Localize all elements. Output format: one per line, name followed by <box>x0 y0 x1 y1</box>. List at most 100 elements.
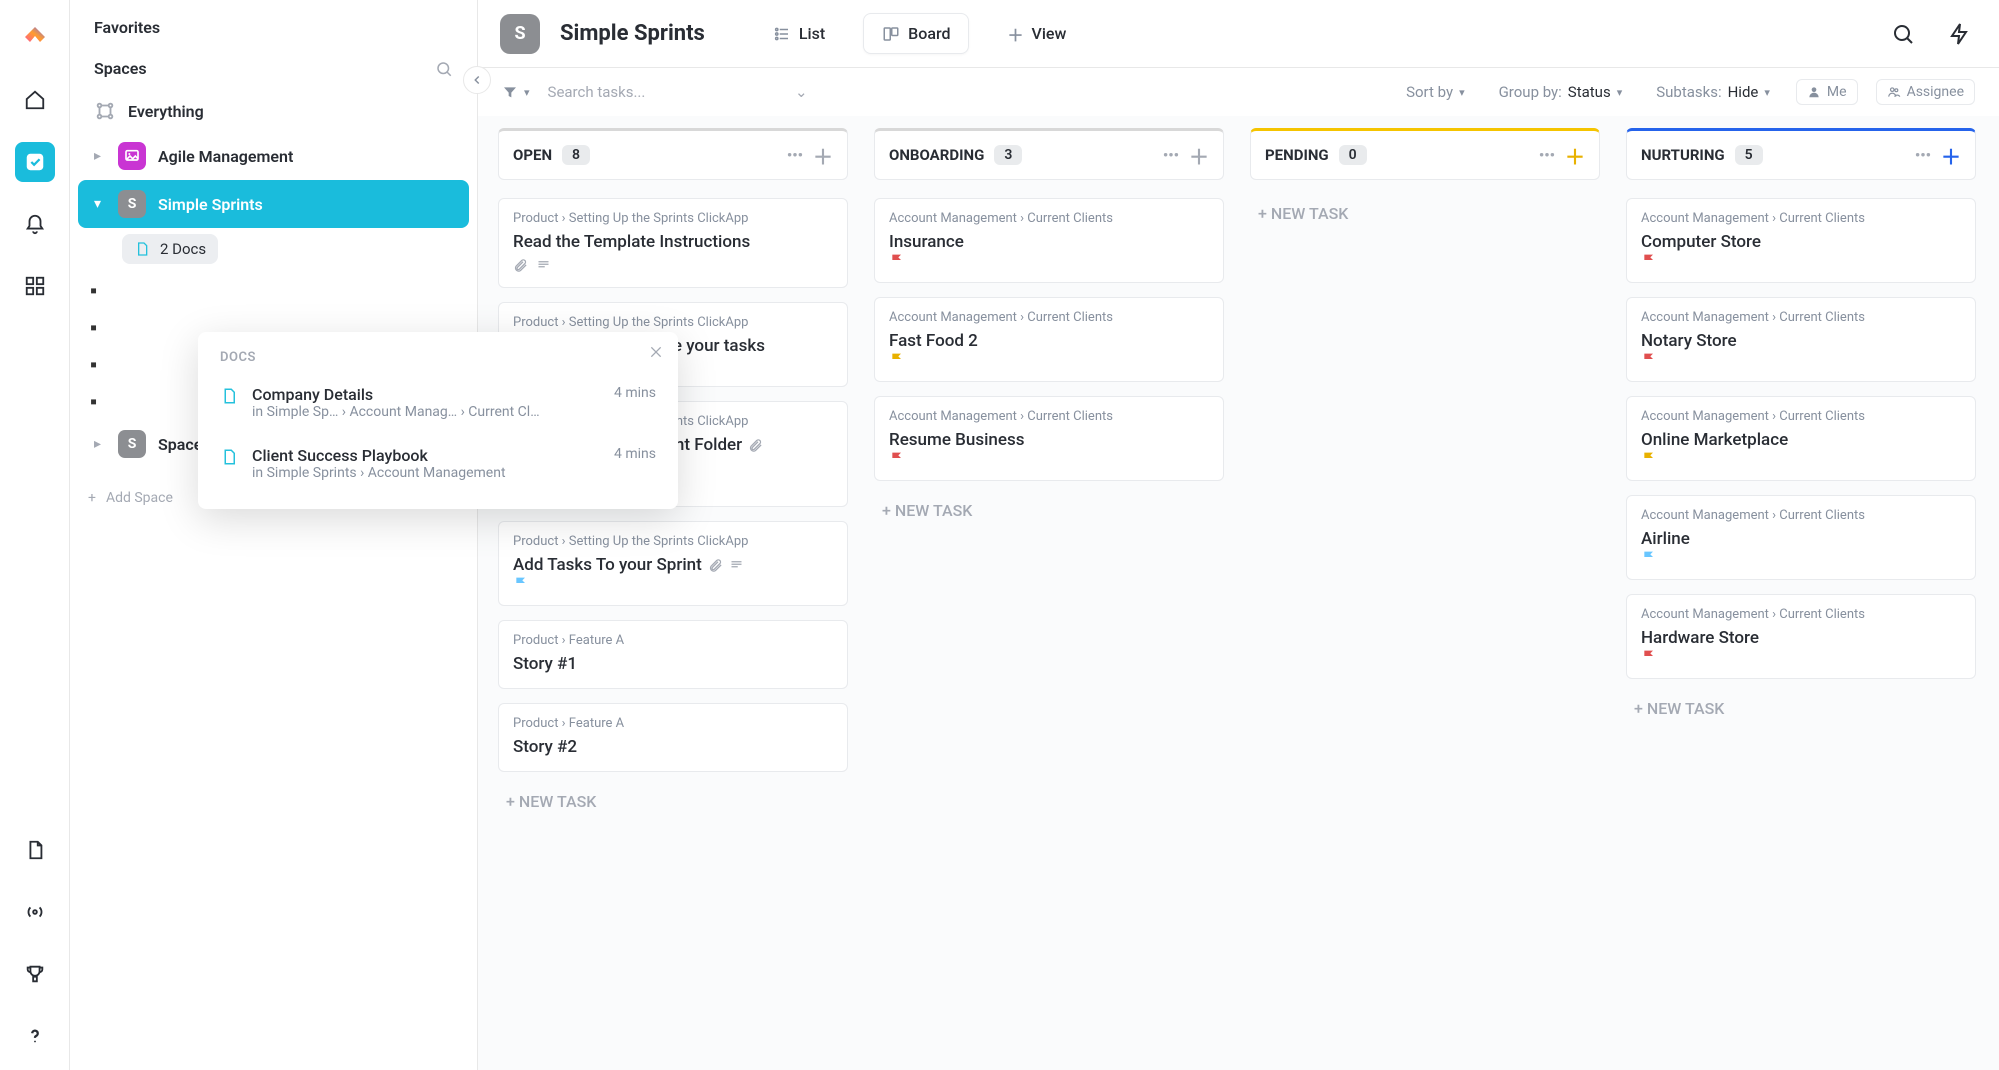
docs-popover-item[interactable]: Client Success Playbookin Simple Sprints… <box>198 436 678 497</box>
page-title: Simple Sprints <box>560 21 705 46</box>
assignee-filter-button[interactable]: Assignee <box>1876 79 1975 105</box>
nav-rail <box>0 0 70 1070</box>
task-card[interactable]: Account Management › Current ClientsNota… <box>1626 297 1976 382</box>
task-card[interactable]: Account Management › Current ClientsResu… <box>874 396 1224 481</box>
column-menu-icon[interactable]: ••• <box>1163 146 1179 164</box>
tasks-icon[interactable] <box>15 142 55 182</box>
me-filter-button[interactable]: Me <box>1796 79 1858 105</box>
space-avatar[interactable]: S <box>500 14 540 54</box>
chevron-down-icon: ⌄ <box>795 83 808 101</box>
apps-icon[interactable] <box>15 266 55 306</box>
card-breadcrumbs: Account Management › Current Clients <box>1641 607 1961 622</box>
tab-board[interactable]: Board <box>863 13 969 54</box>
space-avatar: S <box>118 430 146 458</box>
task-card[interactable]: Account Management › Current ClientsOnli… <box>1626 396 1976 481</box>
column-header[interactable]: PENDING0•••＋ <box>1250 128 1600 180</box>
docs-popover-item[interactable]: Company Detailsin Simple Sp… › Account M… <box>198 375 678 436</box>
plus-icon: + <box>88 490 96 506</box>
column-header[interactable]: OPEN8•••＋ <box>498 128 848 180</box>
column-header[interactable]: NURTURING5•••＋ <box>1626 128 1976 180</box>
sidebar-item-simple-sprints[interactable]: ▾ S Simple Sprints <box>78 180 469 228</box>
task-card[interactable]: Product › Feature A Story #1 <box>498 620 848 689</box>
collapse-sidebar-button[interactable] <box>463 66 491 94</box>
space-avatar: S <box>118 190 146 218</box>
sidebar-item-label: Space <box>158 435 202 454</box>
tab-label: Board <box>908 24 950 43</box>
docs-icon[interactable] <box>15 830 55 870</box>
close-icon[interactable] <box>648 344 664 360</box>
task-card[interactable]: Product › Setting Up the Sprints ClickAp… <box>498 521 848 606</box>
column-menu-icon[interactable]: ••• <box>1915 146 1931 164</box>
card-title: Story #1 <box>513 654 833 674</box>
card-breadcrumbs: Account Management › Current Clients <box>889 409 1209 424</box>
card-breadcrumbs: Product › Feature A <box>513 633 833 648</box>
add-space-label: Add Space <box>106 490 173 506</box>
main: S Simple Sprints List Board ＋ View <box>478 0 1999 1070</box>
card-breadcrumbs: Account Management › Current Clients <box>889 211 1209 226</box>
doc-icon <box>134 241 150 257</box>
new-task-button[interactable]: + NEW TASK <box>874 495 1224 526</box>
spaces-heading[interactable]: Spaces <box>94 59 147 78</box>
column-header[interactable]: ONBOARDING3•••＋ <box>874 128 1224 180</box>
card-title: Airline <box>1641 529 1961 549</box>
list-icon <box>773 25 791 43</box>
folder-icon[interactable]: ▪ <box>90 272 477 309</box>
priority-flag-icon <box>1641 450 1961 466</box>
favorites-heading[interactable]: Favorites <box>70 0 477 49</box>
chevron-right-icon: ▸ <box>94 436 106 452</box>
filter-button[interactable]: ▾ <box>502 84 530 100</box>
docs-pill[interactable]: 2 Docs <box>122 234 218 264</box>
column-menu-icon[interactable]: ••• <box>787 146 803 164</box>
help-icon[interactable] <box>15 1016 55 1056</box>
task-card[interactable]: Account Management › Current Clients Airl… <box>1626 495 1976 580</box>
new-task-button[interactable]: + NEW TASK <box>1250 198 1600 229</box>
card-title: Online Marketplace <box>1641 430 1961 450</box>
sort-by-button[interactable]: Sort by ▾ <box>1398 79 1473 105</box>
add-task-icon[interactable]: ＋ <box>1565 141 1585 170</box>
plus-icon: ＋ <box>1007 22 1023 46</box>
search-icon[interactable] <box>1885 16 1921 52</box>
task-card[interactable]: Account Management › Current ClientsFast… <box>874 297 1224 382</box>
group-by-button[interactable]: Group by: Status ▾ <box>1491 79 1631 105</box>
chevron-down-icon: ▾ <box>1764 86 1770 99</box>
add-task-icon[interactable]: ＋ <box>1941 141 1961 170</box>
board-toolbar: ▾ Search tasks... ⌄ Sort by ▾ Group by: … <box>478 68 1999 116</box>
column-count: 0 <box>1339 145 1367 165</box>
task-card[interactable]: Account Management › Current ClientsInsu… <box>874 198 1224 283</box>
card-breadcrumbs: Account Management › Current Clients <box>1641 508 1961 523</box>
add-task-icon[interactable]: ＋ <box>1189 141 1209 170</box>
board-column: ONBOARDING3•••＋Account Management › Curr… <box>874 128 1224 817</box>
card-title: Add Tasks To your Sprint <box>513 555 833 575</box>
automation-icon[interactable] <box>1941 16 1977 52</box>
new-task-button[interactable]: + NEW TASK <box>1626 693 1976 724</box>
priority-flag-icon <box>889 351 1209 367</box>
docs-pill-label: 2 Docs <box>160 240 206 258</box>
add-view-button[interactable]: ＋ View <box>989 12 1084 56</box>
docs-popover-title: DOCS <box>198 350 678 375</box>
app-logo[interactable] <box>15 18 55 58</box>
sidebar-item-everything[interactable]: Everything <box>78 90 469 132</box>
task-card[interactable]: Product › Setting Up the Sprints ClickAp… <box>498 198 848 288</box>
sidebar-item-agile[interactable]: ▸ Agile Management <box>78 132 469 180</box>
column-menu-icon[interactable]: ••• <box>1539 146 1555 164</box>
new-task-button[interactable]: + NEW TASK <box>498 786 848 817</box>
doc-path: in Simple Sp… › Account Manag… › Current… <box>252 404 592 420</box>
broadcast-icon[interactable] <box>15 892 55 932</box>
notifications-icon[interactable] <box>15 204 55 244</box>
column-title: ONBOARDING <box>889 146 984 164</box>
task-card[interactable]: Account Management › Current ClientsComp… <box>1626 198 1976 283</box>
task-card[interactable]: Product › Feature AStory #2 <box>498 703 848 772</box>
search-icon[interactable] <box>435 60 453 78</box>
card-breadcrumbs: Account Management › Current Clients <box>1641 211 1961 226</box>
add-task-icon[interactable]: ＋ <box>813 141 833 170</box>
doc-path: in Simple Sprints › Account Management <box>252 465 592 481</box>
home-icon[interactable] <box>15 80 55 120</box>
task-card[interactable]: Account Management › Current ClientsHard… <box>1626 594 1976 679</box>
trophy-icon[interactable] <box>15 954 55 994</box>
subtasks-button[interactable]: Subtasks: Hide ▾ <box>1648 79 1778 105</box>
column-count: 5 <box>1735 145 1763 165</box>
priority-flag-icon <box>513 575 833 591</box>
tab-list[interactable]: List <box>755 14 843 53</box>
doc-icon <box>220 387 238 405</box>
search-input[interactable]: Search tasks... ⌄ <box>548 78 808 106</box>
